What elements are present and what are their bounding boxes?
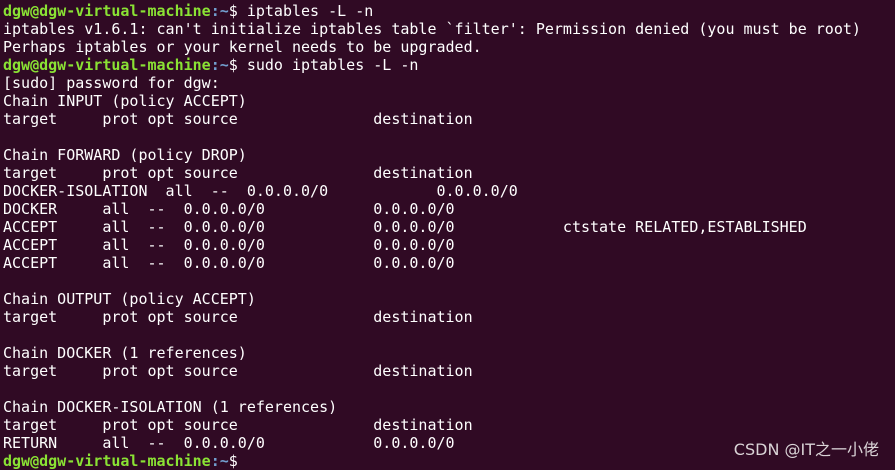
rule-row: DOCKER-ISOLATION all -- 0.0.0.0/0 0.0.0.… (3, 182, 518, 200)
rule-row: ACCEPT all -- 0.0.0.0/0 0.0.0.0/0 (3, 236, 455, 254)
command-text: iptables -L -n (246, 2, 374, 20)
column-header: target prot opt source destination (3, 110, 473, 128)
prompt-symbol: $ (228, 452, 247, 470)
column-header: target prot opt source destination (3, 164, 473, 182)
chain-heading: Chain INPUT (policy ACCEPT) (3, 92, 247, 110)
chain-heading: Chain DOCKER (1 references) (3, 344, 247, 362)
prompt-line: dgw@dgw-virtual-machine:~$ iptables -L -… (3, 2, 895, 20)
terminal-output[interactable]: dgw@dgw-virtual-machine:~$ iptables -L -… (3, 2, 895, 470)
column-header: target prot opt source destination (3, 416, 473, 434)
prompt-user-host: dgw@dgw-virtual-machine (3, 2, 211, 20)
error-line: iptables v1.6.1: can't initialize iptabl… (3, 20, 861, 38)
prompt-path: :~ (210, 56, 229, 74)
watermark: CSDN @IT之一小佬 (733, 440, 879, 459)
prompt-path: :~ (210, 452, 229, 470)
rule-row: ACCEPT all -- 0.0.0.0/0 0.0.0.0/0 ctstat… (3, 218, 807, 236)
prompt-user-host: dgw@dgw-virtual-machine (3, 452, 211, 470)
chain-heading: Chain OUTPUT (policy ACCEPT) (3, 290, 256, 308)
prompt-symbol: $ (228, 56, 247, 74)
prompt-path: :~ (210, 2, 229, 20)
error-line: Perhaps iptables or your kernel needs to… (3, 38, 482, 56)
column-header: target prot opt source destination (3, 308, 473, 326)
chain-heading: Chain DOCKER-ISOLATION (1 references) (3, 398, 338, 416)
rule-row: DOCKER all -- 0.0.0.0/0 0.0.0.0/0 (3, 200, 455, 218)
prompt-symbol: $ (228, 2, 247, 20)
sudo-password-prompt: [sudo] password for dgw: (3, 74, 220, 92)
command-text: sudo iptables -L -n (246, 56, 419, 74)
rule-row: ACCEPT all -- 0.0.0.0/0 0.0.0.0/0 (3, 254, 455, 272)
prompt-user-host: dgw@dgw-virtual-machine (3, 56, 211, 74)
chain-heading: Chain FORWARD (policy DROP) (3, 146, 247, 164)
column-header: target prot opt source destination (3, 362, 473, 380)
prompt-line: dgw@dgw-virtual-machine:~$ sudo iptables… (3, 56, 895, 74)
